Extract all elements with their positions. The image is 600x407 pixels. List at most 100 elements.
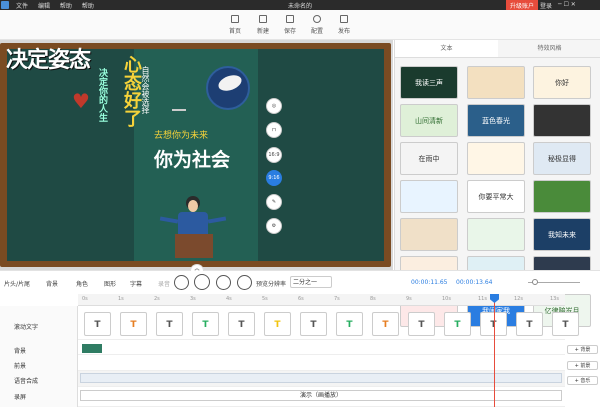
collapse-icon[interactable]: ︽ (190, 264, 204, 272)
text-clip[interactable]: T (264, 312, 291, 336)
template-thumb[interactable]: 蓝色春光 (467, 104, 525, 137)
heart-icon: ♥ (72, 89, 90, 113)
settings-button[interactable]: 配置 (304, 13, 330, 35)
template-thumb[interactable] (533, 180, 591, 213)
student-desk-icon (172, 95, 186, 111)
edit-button[interactable]: ✎ (266, 194, 282, 210)
ruler-tick: 5s (262, 296, 268, 302)
template-thumb[interactable]: 你好 (533, 66, 591, 99)
ruler-tick: 4s (226, 296, 232, 302)
template-thumb[interactable] (533, 104, 591, 137)
loop-button[interactable] (237, 275, 252, 290)
template-thumb[interactable]: 我知未来 (533, 218, 591, 251)
ruler-tick: 11s (478, 296, 487, 302)
new-button[interactable]: 新建 (250, 13, 276, 35)
target-icon: ◎ (271, 103, 277, 109)
control-bar: ︽ 片头/片尾 背景 角色 图形 字幕 录音 预览分辨率 二分之一 00:00:… (0, 264, 600, 294)
text-clip[interactable]: T (156, 312, 183, 336)
template-thumb[interactable]: 山间清新 (400, 104, 458, 137)
text-clip[interactable]: T (444, 312, 471, 336)
lock-button[interactable]: ⊓ (266, 122, 282, 138)
app-logo-icon (1, 1, 9, 9)
text-clip[interactable]: T (120, 312, 147, 336)
ruler-tick: 3s (190, 296, 196, 302)
home-icon (231, 15, 239, 23)
add-foreground-button[interactable]: + 前景 (567, 361, 598, 370)
record-button[interactable]: 录音 (158, 279, 170, 288)
settings-circle-button[interactable]: ⚙ (266, 218, 282, 234)
subtitle-text[interactable]: 去想你为未来 (154, 128, 208, 141)
row-label-background: 背景 (14, 348, 27, 355)
text-clip[interactable]: T (336, 312, 363, 336)
background-clip[interactable] (82, 344, 102, 353)
add-music-button[interactable]: + 音乐 (567, 376, 598, 385)
target-button[interactable]: ◎ (266, 98, 282, 114)
template-thumb[interactable]: 我读三声 (400, 66, 458, 99)
presenter-face (188, 200, 198, 212)
text-clip[interactable]: T (192, 312, 219, 336)
template-thumb[interactable] (400, 180, 458, 213)
text-clip[interactable]: T (372, 312, 399, 336)
subtitle-button[interactable]: 字幕 (130, 279, 142, 288)
prev-button[interactable] (174, 275, 189, 290)
window-controls[interactable]: ─ ☐ ✕ (558, 1, 576, 8)
tab-text[interactable]: 文本 (395, 40, 498, 58)
resolution-select[interactable]: 二分之一 (290, 276, 332, 288)
template-thumb[interactable]: 秘极显得 (533, 142, 591, 175)
headline-text[interactable]: 决定姿态 (6, 42, 91, 74)
template-thumb[interactable] (400, 218, 458, 251)
character-button[interactable]: 角色 (76, 279, 88, 288)
ruler-tick: 0s (82, 296, 88, 302)
template-thumb[interactable] (467, 66, 525, 99)
intro-outro-button[interactable]: 片头/片尾 (4, 279, 30, 288)
template-thumb[interactable]: 在雨中 (400, 142, 458, 175)
add-background-button[interactable]: + 背景 (567, 345, 598, 354)
next-button[interactable] (216, 275, 231, 290)
login-link[interactable]: 登录 (540, 1, 552, 10)
vertical-left-text[interactable]: 决定你的人生 (96, 68, 109, 122)
publish-icon (340, 15, 348, 23)
text-clip[interactable]: T (84, 312, 111, 336)
vertical-right-text[interactable]: 自然会被选择 (140, 66, 151, 114)
upgrade-button[interactable]: 升级账户 (506, 0, 539, 10)
ruler-tick: 2s (154, 296, 160, 302)
row-label-scroll-text: 滚动文字 (14, 324, 39, 331)
template-thumb[interactable]: 你要平常大 (467, 180, 525, 213)
zoom-slider-handle[interactable] (532, 279, 538, 285)
ruler-tick: 13s (550, 296, 559, 302)
text-clip[interactable]: T (300, 312, 327, 336)
text-clip[interactable]: T (552, 312, 579, 336)
save-button[interactable]: 保存 (277, 13, 303, 35)
current-time: 00:00:11.65 (411, 279, 448, 286)
menu-action[interactable]: 帮助 (60, 3, 72, 10)
big-text[interactable]: 你为社会 (154, 145, 230, 172)
shape-button[interactable]: 图形 (104, 279, 116, 288)
home-button[interactable]: 首页 (222, 13, 248, 35)
tab-effects[interactable]: 特效风格 (498, 40, 600, 58)
new-icon (259, 15, 267, 23)
menu-file[interactable]: 文件 (16, 3, 28, 10)
text-clip[interactable]: T (228, 312, 255, 336)
track-foreground (78, 355, 565, 371)
play-button[interactable] (194, 274, 210, 290)
ruler-tick: 10s (442, 296, 451, 302)
template-thumb[interactable] (467, 142, 525, 175)
menu-edit[interactable]: 编辑 (38, 3, 50, 10)
presenter-body[interactable] (178, 212, 208, 234)
podium (175, 234, 213, 258)
voice-waveform[interactable] (80, 373, 562, 383)
ruler-tick: 12s (514, 296, 523, 302)
pencil-icon: ✎ (271, 199, 277, 205)
gear-icon (313, 15, 321, 23)
menu-help[interactable]: 帮助 (82, 3, 94, 10)
screen-clip[interactable]: 演示（画播放） (80, 390, 562, 401)
background-button[interactable]: 背景 (46, 279, 58, 288)
publish-button[interactable]: 发布 (331, 13, 357, 35)
row-label-foreground: 前景 (14, 363, 27, 370)
ratio-9-16-button[interactable]: 9:16 (266, 170, 282, 186)
text-clip[interactable]: T (408, 312, 435, 336)
template-thumb[interactable] (467, 218, 525, 251)
playhead[interactable] (494, 294, 495, 407)
text-clip[interactable]: T (516, 312, 543, 336)
ratio-16-9-button[interactable]: 16:9 (266, 147, 282, 163)
